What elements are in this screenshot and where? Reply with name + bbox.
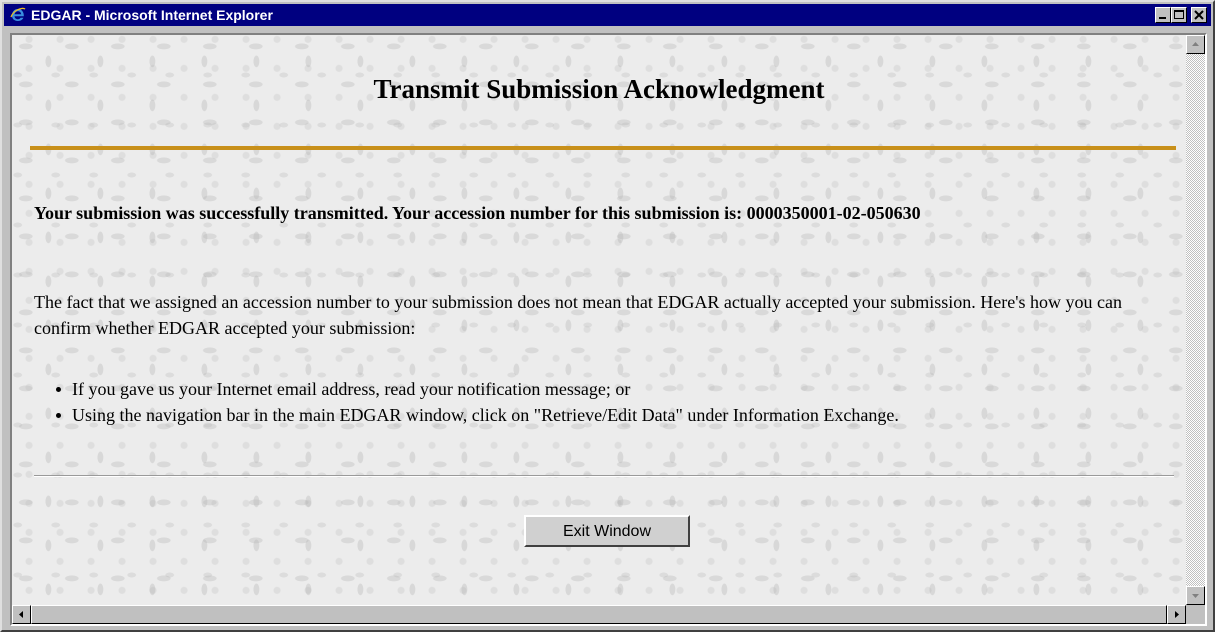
scroll-down-icon[interactable]: [1186, 586, 1205, 605]
ie-icon: [10, 7, 26, 23]
page-content: Transmit Submission Acknowledgment Your …: [12, 35, 1186, 605]
content-frame: Transmit Submission Acknowledgment Your …: [10, 33, 1207, 626]
accession-notice: Your submission was successfully transmi…: [34, 203, 921, 223]
title-bar[interactable]: EDGAR - Microsoft Internet Explorer: [4, 4, 1211, 26]
window-title: EDGAR - Microsoft Internet Explorer: [31, 7, 273, 23]
minimize-icon[interactable]: [1155, 7, 1171, 23]
scroll-right-icon[interactable]: [1167, 605, 1186, 624]
horizontal-scrollbar[interactable]: [12, 605, 1186, 624]
gold-divider: [30, 146, 1176, 150]
bullet-icon: [56, 387, 61, 392]
horizontal-scroll-thumb[interactable]: [31, 605, 1167, 624]
list-item: If you gave us your Internet email addre…: [56, 376, 899, 402]
list-item-text: Using the navigation bar in the main EDG…: [72, 405, 899, 425]
list-item-text: If you gave us your Internet email addre…: [72, 379, 631, 399]
confirmation-steps: If you gave us your Internet email addre…: [56, 376, 899, 428]
browser-window: EDGAR - Microsoft Internet Explorer Tran…: [0, 0, 1215, 632]
scroll-up-icon[interactable]: [1186, 35, 1205, 54]
vertical-scrollbar[interactable]: [1186, 35, 1205, 605]
close-icon[interactable]: [1191, 7, 1207, 23]
confirmation-explanation: The fact that we assigned an accession n…: [34, 292, 1122, 338]
scrollbar-corner: [1186, 605, 1205, 624]
bullet-icon: [56, 413, 61, 418]
maximize-icon[interactable]: [1171, 7, 1187, 23]
page-title: Transmit Submission Acknowledgment: [373, 74, 825, 104]
list-item: Using the navigation bar in the main EDG…: [56, 402, 899, 428]
exit-window-button[interactable]: Exit Window: [524, 515, 690, 547]
scroll-left-icon[interactable]: [12, 605, 31, 624]
gray-divider: [34, 475, 1174, 477]
